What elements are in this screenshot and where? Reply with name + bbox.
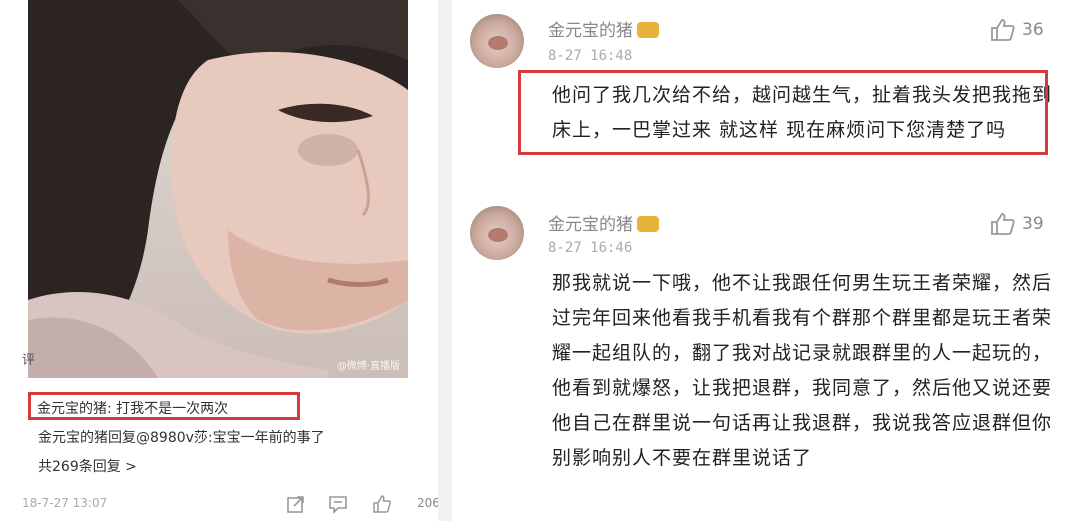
post-photo[interactable]: @微博·直播版 bbox=[28, 0, 408, 378]
comment-time: 8-27 16:48 bbox=[548, 48, 633, 64]
left-post-panel: @微博·直播版 评 金元宝的猪: 打我不是一次两次 金元宝的猪回复@8980v莎… bbox=[0, 0, 448, 521]
highlight-box bbox=[518, 70, 1048, 155]
vip-badge-icon bbox=[637, 22, 659, 38]
vip-badge-icon bbox=[637, 216, 659, 232]
comment-icon[interactable] bbox=[328, 494, 348, 514]
panel-divider bbox=[438, 0, 452, 521]
share-icon[interactable] bbox=[286, 494, 306, 514]
portrait-illustration bbox=[28, 0, 408, 378]
post-timestamp: 18-7-27 13:07 bbox=[22, 496, 108, 510]
comment-item: 金元宝的猪 8-27 16:48 36 他问了我几次给不给，越问越生气，扯着我头… bbox=[452, 0, 1080, 190]
comment-username[interactable]: 金元宝的猪 bbox=[548, 16, 659, 41]
comment-username[interactable]: 金元宝的猪 bbox=[548, 210, 659, 235]
post-footer: 18-7-27 13:07 2064 bbox=[22, 494, 448, 516]
comments-panel: 金元宝的猪 8-27 16:48 36 他问了我几次给不给，越问越生气，扯着我头… bbox=[452, 0, 1080, 521]
view-all-replies-link[interactable]: 共269条回复 > bbox=[38, 456, 137, 476]
like-icon[interactable] bbox=[372, 494, 392, 514]
like-icon[interactable] bbox=[990, 212, 1016, 236]
comment-item: 金元宝的猪 8-27 16:46 39 那我就说一下哦，他不让我跟任何男生玩王者… bbox=[452, 196, 1080, 521]
photo-watermark: @微博·直播版 bbox=[336, 361, 400, 372]
username-text[interactable]: 金元宝的猪 bbox=[548, 21, 633, 41]
comment-time: 8-27 16:46 bbox=[548, 240, 633, 256]
like-icon[interactable] bbox=[990, 18, 1016, 42]
comment-like-count: 36 bbox=[1022, 20, 1044, 40]
comment-body: 那我就说一下哦，他不让我跟任何男生玩王者荣耀，然后过完年回来他看我手机看我有个群… bbox=[552, 272, 1053, 469]
comment-like-count: 39 bbox=[1022, 214, 1044, 234]
reply-item[interactable]: 金元宝的猪回复@8980v莎:宝宝一年前的事了 bbox=[38, 427, 325, 447]
cropped-label: 评 bbox=[22, 353, 36, 368]
highlighted-reply[interactable]: 金元宝的猪: 打我不是一次两次 bbox=[28, 392, 300, 420]
avatar[interactable] bbox=[470, 14, 524, 68]
username-text[interactable]: 金元宝的猪 bbox=[548, 215, 633, 235]
avatar[interactable] bbox=[470, 206, 524, 260]
